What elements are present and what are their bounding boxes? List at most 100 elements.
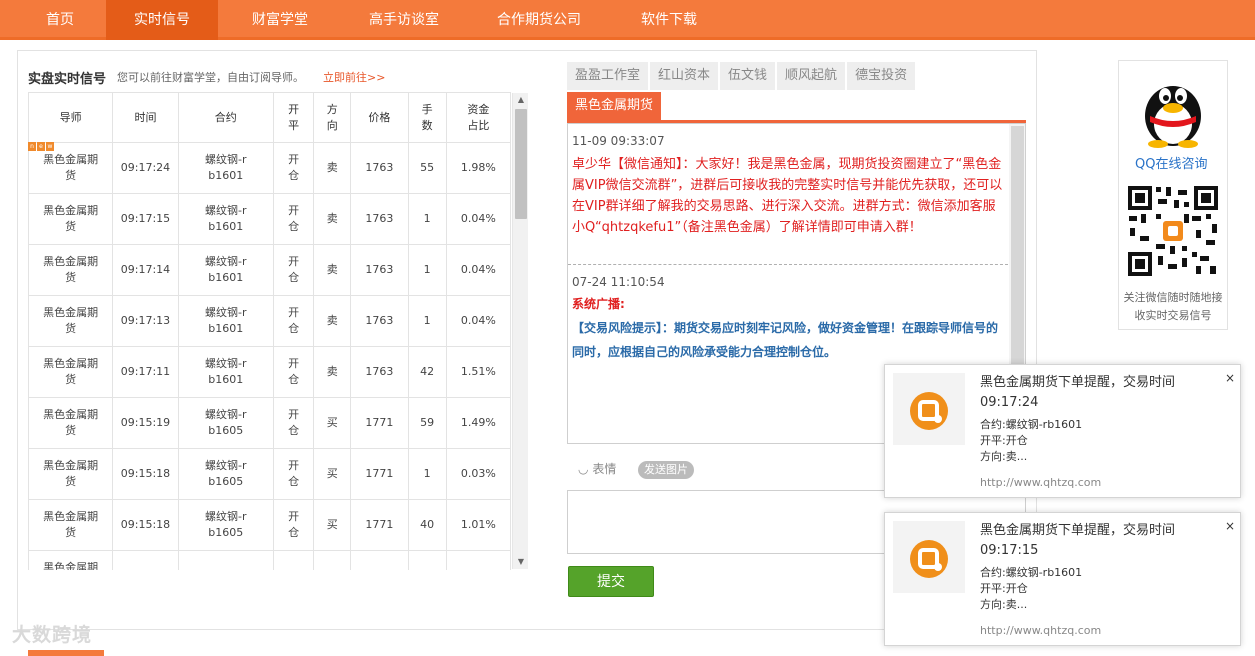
notification-direction: 方向:卖... xyxy=(980,598,1028,611)
cell-fund-ratio: 1.01% xyxy=(445,499,512,551)
cell-open-close-text: 开仓 xyxy=(288,459,300,488)
tab-wuwenqian[interactable]: 伍文钱 xyxy=(720,62,776,90)
cell-lots: 1 xyxy=(407,448,447,500)
cell-lots-text: 1 xyxy=(423,467,431,480)
cell-lots-text: 40 xyxy=(420,518,435,531)
cell-price-text: 1763 xyxy=(365,212,394,225)
cell-time-text: 09:17:24 xyxy=(120,161,171,174)
cell-mentor-text: 黑色金属期货 xyxy=(43,204,99,233)
cell-time: 09:17:13 xyxy=(112,295,179,347)
tab-hongshan-capital[interactable]: 红山资本 xyxy=(650,62,719,90)
message-scrollbar-thumb[interactable] xyxy=(1011,126,1024,366)
cell-time-text: 09:15:19 xyxy=(120,416,171,429)
tab-debao-investment[interactable]: 德宝投资 xyxy=(847,62,916,90)
cell-lots-text: 1 xyxy=(423,263,431,276)
notification-contract: 合约:螺纹钢-rb1601 xyxy=(980,418,1083,431)
cell-direction: 卖 xyxy=(313,193,352,245)
cell-fund-ratio-text: 0.03% xyxy=(460,467,496,480)
nav-item-realtime-signal[interactable]: 实时信号 xyxy=(106,0,218,40)
cell-lots-text: 55 xyxy=(420,161,435,174)
cell-contract: 螺纹钢-rb1601 xyxy=(177,295,275,347)
tab-shunfeng[interactable]: 顺风起航 xyxy=(777,62,846,90)
order-notification[interactable]: 黑色金属期货下单提醒，交易时间 09:17:24 合约:螺纹钢-rb1601 开… xyxy=(884,364,1241,498)
scroll-up-arrow-icon[interactable]: ▲ xyxy=(513,93,529,107)
cell-open-close: 开仓 xyxy=(272,193,315,245)
cell-open-close: 开仓 xyxy=(272,244,315,296)
cell-time-text: 09:15:18 xyxy=(120,467,171,480)
cell-lots xyxy=(407,550,447,570)
notification-url[interactable]: http://www.qhtzq.com xyxy=(980,476,1101,489)
cell-direction-text: 买 xyxy=(326,518,338,531)
table-row: 黑色金属期货 09:17:14 螺纹钢-rb1601 开仓 卖 1763 1 0.04% xyxy=(28,244,512,296)
order-notification[interactable]: 黑色金属期货下单提醒，交易时间 09:17:15 合约:螺纹钢-rb1601 开… xyxy=(884,512,1241,646)
tab-yingying-studio[interactable]: 盈盈工作室 xyxy=(567,62,649,90)
table-row: 黑色金属期货 09:15:18 螺纹钢-rb1605 开仓 买 1771 1 0.03% xyxy=(28,448,512,500)
cell-open-close: 平 xyxy=(272,550,315,570)
cell-open-close-text: 平 xyxy=(287,568,301,570)
cell-open-close-text: 开仓 xyxy=(288,408,300,437)
col-header-open-close-label: 开平 xyxy=(288,102,300,132)
nav-item-expert-interview[interactable]: 高手访谈室 xyxy=(352,0,456,40)
notification-url[interactable]: http://www.qhtzq.com xyxy=(980,624,1101,637)
close-icon[interactable]: × xyxy=(1225,519,1235,533)
cell-price: 1763 xyxy=(350,346,409,398)
col-header-mentor: 导师 xyxy=(28,92,114,143)
cell-mentor: 黑色金属期货 xyxy=(28,499,114,551)
cell-price: 1771 xyxy=(350,448,409,500)
cell-direction: 卖 xyxy=(313,244,352,296)
submit-button[interactable]: 提交 xyxy=(568,566,654,597)
cell-price: 1763 xyxy=(350,142,409,194)
cell-fund-ratio: 1.98% xyxy=(445,142,512,194)
cell-mentor-text: 黑色金属期货 xyxy=(43,255,99,284)
system-broadcast-label: 系统广播: xyxy=(572,297,625,311)
qq-penguin-icon[interactable] xyxy=(1138,68,1208,148)
nav-item-partner-futures[interactable]: 合作期货公司 xyxy=(480,0,598,40)
go-now-link[interactable]: 立即前往>> xyxy=(323,69,385,85)
cell-direction: 买 xyxy=(313,397,352,449)
new-badge-letter: n xyxy=(28,142,36,151)
send-image-button[interactable]: 发送图片 xyxy=(638,461,694,479)
cell-time: 09:15:19 xyxy=(112,397,179,449)
cell-price-text: 1763 xyxy=(365,365,394,378)
cell-open-close-text: 开仓 xyxy=(288,357,300,386)
emoji-button[interactable]: ◡ 表情 xyxy=(578,460,616,477)
scroll-down-arrow-icon[interactable]: ▼ xyxy=(513,555,529,569)
risk-notice: 【交易风险提示】：期货交易应时刻牢记风险，做好资金管理！在跟踪导师信号的同时，应… xyxy=(572,321,999,359)
col-header-fund-ratio: 资金占比 xyxy=(445,92,512,143)
cell-contract xyxy=(177,550,275,570)
qq-consult-link[interactable]: QQ在线咨询 xyxy=(1135,153,1207,172)
message-time: 11-09 09:33:07 xyxy=(572,134,665,148)
cell-price: 1771 xyxy=(350,499,409,551)
cell-time: 09:17:15 xyxy=(112,193,179,245)
section-subtitle: 您可以前往财富学堂，自由订阅导师。 xyxy=(117,71,304,84)
cell-time: 09:17:11 xyxy=(112,346,179,398)
cell-mentor-text: 黑色金属期货 xyxy=(43,408,99,437)
new-badge: n e w xyxy=(28,142,54,151)
cell-price-text: 1763 xyxy=(365,161,394,174)
signal-table-container: 导师 时间 合约 开平 方向 价格 手数 资金占比 黑色金属期货 09:17:24… xyxy=(28,92,528,570)
cell-price: 1763 xyxy=(350,244,409,296)
scrollbar-thumb[interactable] xyxy=(515,109,527,219)
col-header-direction-label: 方向 xyxy=(326,102,338,132)
cell-lots: 42 xyxy=(407,346,447,398)
nav-item-software-download[interactable]: 软件下载 xyxy=(624,0,714,40)
cell-contract: 螺纹钢-rb1601 xyxy=(177,244,275,296)
nav-item-wealth-school[interactable]: 财富学堂 xyxy=(228,0,332,40)
table-scrollbar[interactable]: ▲ ▼ xyxy=(512,93,528,569)
app-logo-icon xyxy=(910,392,948,430)
cell-open-close-text: 开仓 xyxy=(288,510,300,539)
cell-lots: 1 xyxy=(407,193,447,245)
qr-note: 关注微信随时随地接收实时交易信号 xyxy=(1123,291,1223,322)
nav-item-home[interactable]: 首页 xyxy=(28,0,92,40)
bottom-orange-strip xyxy=(28,650,104,656)
table-row: 黑色金属期货 09:17:24 螺纹钢-rb1601 开仓 卖 1763 55 1.98% xyxy=(28,142,512,194)
new-badge-letter: e xyxy=(37,142,45,151)
cell-fund-ratio: 1.49% xyxy=(445,397,512,449)
tab-black-metal-futures[interactable]: 黑色金属期货 xyxy=(567,92,662,120)
notification-title-text: 黑色金属期货下单提醒，交易时间 xyxy=(980,375,1176,390)
message-item: 07-24 11:10:54 系统广播: 【交易风险提示】：期货交易应时刻牢记风… xyxy=(572,275,1008,364)
cell-contract-text: 螺纹钢-rb1605 xyxy=(205,408,247,437)
top-nav: 首页 实时信号 财富学堂 高手访谈室 合作期货公司 软件下载 xyxy=(0,0,1255,40)
cell-lots: 55 xyxy=(407,142,447,194)
close-icon[interactable]: × xyxy=(1225,371,1235,385)
